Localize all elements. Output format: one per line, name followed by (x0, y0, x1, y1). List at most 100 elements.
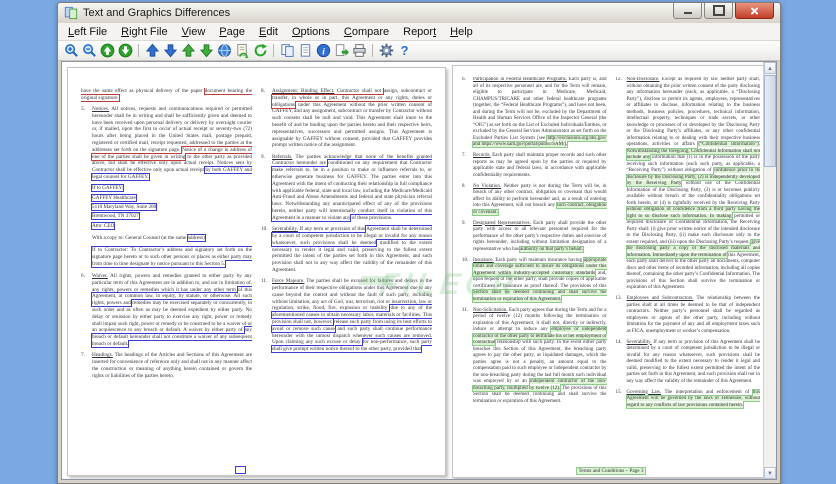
paragraph: With a copy to: General Counsel (at the … (92, 233, 252, 242)
paragraph-body: Assignment; Binding Effect. Contractor s… (271, 88, 432, 149)
report-page-icon[interactable] (296, 42, 314, 59)
paragraph-body: Records. Each party shall maintain prope… (473, 153, 607, 179)
paragraph: 14. Severability. If any term or provisio… (616, 340, 761, 386)
menu-options[interactable]: Options (285, 25, 337, 39)
scroll-up-icon[interactable]: ▲ (764, 62, 776, 74)
text-run: Severability. (626, 339, 652, 345)
text-run: Assignment; Binding Effect. (272, 88, 335, 94)
text-run: Insurance. (473, 257, 494, 263)
section-number: 13. (615, 296, 622, 301)
diff-next-icon[interactable] (161, 42, 179, 59)
menu-help[interactable]: Help (443, 25, 480, 39)
paragraph-body: Waiver. All rights, powers and remedies … (91, 273, 252, 348)
export-icon[interactable] (332, 42, 350, 59)
vertical-scrollbar[interactable]: ▲ ▼ (763, 62, 776, 479)
menu-view[interactable]: View (175, 25, 213, 39)
menu-compare[interactable]: Compare (337, 25, 396, 39)
menu-right-file[interactable]: Right File (114, 25, 174, 39)
paragraph: 9. Referrals. The parties acknowledge tha… (261, 154, 432, 222)
text-run: under this Agreement without the prior w… (272, 101, 432, 149)
doc-refresh-icon[interactable] (233, 42, 251, 59)
paragraph-body: Governing Law. The interpretation and en… (625, 388, 760, 410)
diff-highlight: Attn: CEO (90, 221, 116, 230)
print-icon[interactable] (350, 42, 368, 59)
right-document-page: 6. Participation in Federal Healthcare Pr… (452, 65, 770, 478)
title-bar[interactable]: Text and Graphics Differences (58, 3, 780, 23)
diff-highlight: address) (186, 233, 206, 242)
window-controls (671, 3, 774, 19)
menu-edit[interactable]: Edit (252, 25, 285, 39)
text-run: Records. (473, 153, 491, 158)
window-title: Text and Graphics Differences (83, 7, 231, 19)
paragraph-body: Severability. If any term or provision o… (270, 225, 432, 274)
diff-highlight: If to GAFFEY: (90, 184, 125, 193)
section-number: 6. (81, 273, 85, 280)
help-icon[interactable]: ? (395, 42, 413, 59)
paragraph-body: Attn: CEO (90, 221, 252, 230)
diff-last-icon[interactable] (197, 42, 215, 59)
paragraph: 10. Insurance. Each party will maintain i… (462, 256, 607, 304)
menu-page[interactable]: Page (212, 25, 252, 39)
maximize-button[interactable] (704, 3, 733, 19)
diff-highlight: GAFFEY Healthcare (91, 193, 137, 202)
text-run: Except as required by law neither party … (626, 77, 761, 147)
zoom-in-icon[interactable] (62, 42, 80, 59)
settings-gear-icon[interactable] (377, 42, 395, 59)
paragraph: 5110 Maryland Way, Suite 200 (90, 202, 252, 211)
page-up-icon[interactable] (98, 42, 116, 59)
info-icon[interactable]: i (314, 42, 332, 59)
text-run: of these provisions. (350, 214, 393, 221)
paragraph-body: GAFFEY Healthcare (91, 193, 252, 202)
recompare-icon[interactable] (251, 42, 269, 59)
menu-left-file[interactable]: Left File (61, 25, 114, 39)
copy-icon[interactable] (278, 42, 296, 59)
close-button[interactable] (735, 3, 774, 19)
paragraph-body: Severability. If any term or provision o… (627, 340, 761, 386)
section-number: 15. (615, 389, 622, 395)
text-run: Each party is, and all of its respective… (473, 77, 607, 141)
scroll-down-icon[interactable]: ▼ (764, 467, 776, 479)
text-run: The interpretation and enforcement of (661, 389, 753, 395)
section-number: 10. (261, 226, 268, 233)
menu-report[interactable]: Report (396, 25, 443, 39)
paragraph-body: No Violation. Neither party is nor durin… (472, 183, 607, 217)
text-run: relationship with such party. In the eve… (473, 340, 607, 384)
paragraph: 10. Severability. If any term or provisio… (261, 225, 432, 274)
diff-highlight: conditioned on any requirement that Cont… (271, 159, 432, 222)
toolbar-separator (273, 44, 274, 57)
svg-text:?: ? (400, 43, 408, 58)
right-page-column-2: 12. Non-Disclosure. Except as required by… (615, 77, 761, 465)
scrollbar-thumb[interactable] (764, 75, 776, 167)
paragraph-body: Employees and Subcontractors. The relati… (627, 296, 761, 335)
paragraph-body: Participation in Federal Healthcare Prog… (472, 77, 607, 149)
text-run: Each party will maintain insurance havin… (493, 257, 584, 263)
paragraph-body: 5110 Maryland Way, Suite 200 (90, 202, 252, 211)
paragraph: GAFFEY Healthcare (91, 193, 252, 202)
minimize-button[interactable] (673, 3, 702, 19)
text-run: have the same effect as physical deliver… (81, 88, 205, 94)
diff-highlight: Brentwood, TN 37027 (91, 212, 140, 221)
paragraph-body: Designated Representatives. Each party s… (473, 221, 607, 254)
close-icon (750, 6, 759, 15)
text-run: Non-Disclosure. (626, 77, 660, 82)
globe-icon[interactable] (215, 42, 233, 59)
diff-highlight: 5110 Maryland Way, Suite 200 (90, 202, 158, 211)
left-document-page: have the same effect as physical deliver… (67, 67, 446, 476)
zoom-out-icon[interactable] (80, 42, 98, 59)
paragraph: 5. Notices. All notices, requests and com… (81, 106, 252, 182)
text-run: Participation in Federal Healthcare Prog… (473, 77, 567, 82)
diff-prev-icon[interactable] (143, 42, 161, 59)
diff-first-icon[interactable] (179, 42, 197, 59)
page-down-icon[interactable] (116, 42, 134, 59)
section-number: 12. (615, 77, 622, 82)
toolbar: i? (58, 41, 780, 61)
section-number: 10. (462, 257, 469, 263)
text-run: No Violation. (473, 183, 502, 189)
paragraph: have the same effect as physical deliver… (81, 88, 252, 102)
paragraph-body: With a copy to: General Counsel (at the … (92, 233, 252, 242)
paragraph-body: Force Majeure. The parties shall be excu… (271, 278, 432, 354)
paragraph-body: have the same effect as physical deliver… (81, 88, 252, 102)
text-run: Designated Representatives. (473, 220, 531, 226)
paragraph-body: Referrals. The parties acknowledge that … (271, 154, 432, 222)
minimize-icon (683, 12, 692, 14)
